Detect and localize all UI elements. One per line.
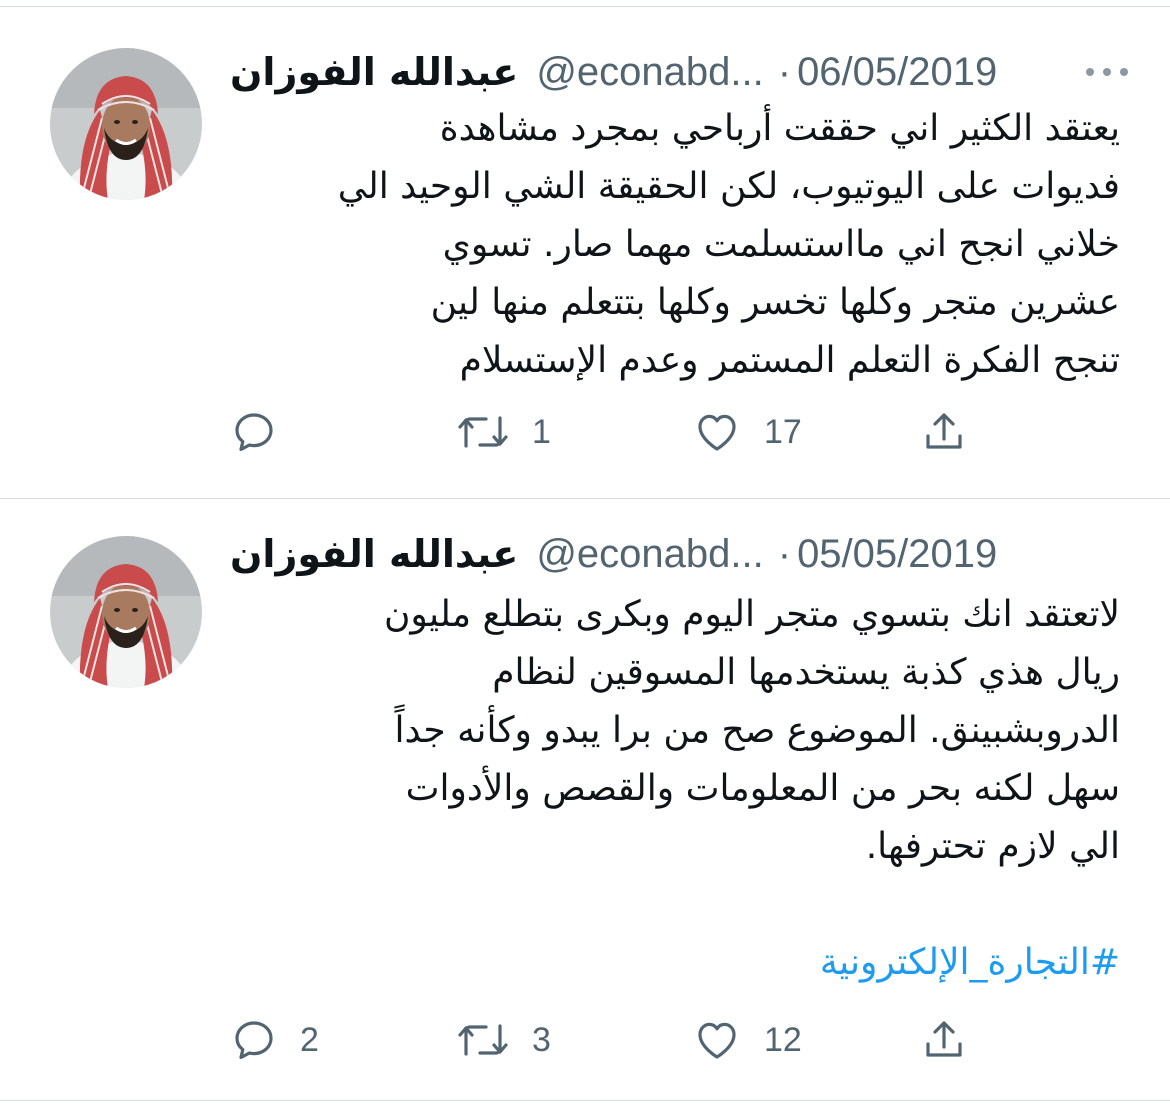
author-name[interactable]: عبدالله الفوزان (230, 532, 518, 576)
like-count: 17 (764, 412, 802, 451)
reply-button[interactable] (230, 406, 300, 458)
hashtag-link[interactable]: #التجارة_الإلكترونية (820, 934, 1120, 992)
like-icon (698, 414, 736, 451)
retweet-count: 1 (532, 412, 551, 451)
like-button[interactable]: 12 (692, 1014, 802, 1066)
reply-button[interactable]: 2 (230, 1014, 319, 1066)
like-icon (698, 1022, 736, 1059)
tweet-1[interactable]: عبدالله الفوزان @econabd... · 06/05/2019… (0, 8, 1170, 498)
share-button[interactable] (920, 1014, 968, 1066)
action-bar: 2 3 12 (230, 1014, 990, 1066)
tweet-header: عبدالله الفوزان @econabd... · 06/05/2019 (230, 44, 1130, 100)
share-button[interactable] (920, 406, 968, 458)
share-icon (926, 413, 962, 449)
author-handle[interactable]: @econabd... (536, 532, 763, 577)
tweet-text: يعتقد الكثير اني حققت أرباحي بمجرد مشاهد… (337, 108, 1120, 381)
reply-icon (235, 1021, 273, 1059)
bottom-divider (0, 1100, 1170, 1101)
retweet-button[interactable]: 3 (456, 1014, 551, 1066)
tweet-divider (0, 498, 1170, 499)
like-count: 12 (764, 1020, 802, 1059)
share-icon (926, 1021, 962, 1057)
action-bar: 1 17 (230, 406, 990, 458)
retweet-button[interactable]: 1 (456, 406, 551, 458)
separator-dot: · (777, 531, 792, 576)
retweet-icon (458, 1024, 508, 1056)
author-name[interactable]: عبدالله الفوزان (230, 50, 518, 94)
reply-count: 2 (300, 1020, 319, 1059)
author-avatar[interactable] (50, 536, 202, 688)
like-button[interactable]: 17 (692, 406, 802, 458)
author-handle[interactable]: @econabd... (536, 50, 763, 95)
author-avatar[interactable] (50, 48, 202, 200)
top-divider (0, 6, 1170, 7)
tweet-date[interactable]: 05/05/2019 (797, 532, 997, 577)
tweet-date[interactable]: 06/05/2019 (797, 50, 997, 95)
retweet-count: 3 (532, 1020, 551, 1059)
tweet-text: لاتعتقد انك بتسوي متجر اليوم وبكرى بتطلع… (383, 594, 1120, 867)
tweet-header: عبدالله الفوزان @econabd... · 05/05/2019 (230, 526, 1130, 582)
reply-icon (235, 413, 273, 451)
retweet-icon (458, 416, 508, 448)
more-icon[interactable] (1084, 52, 1130, 92)
tweet-2[interactable]: عبدالله الفوزان @econabd... · 05/05/2019… (0, 500, 1170, 1106)
separator-dot: · (777, 49, 792, 94)
